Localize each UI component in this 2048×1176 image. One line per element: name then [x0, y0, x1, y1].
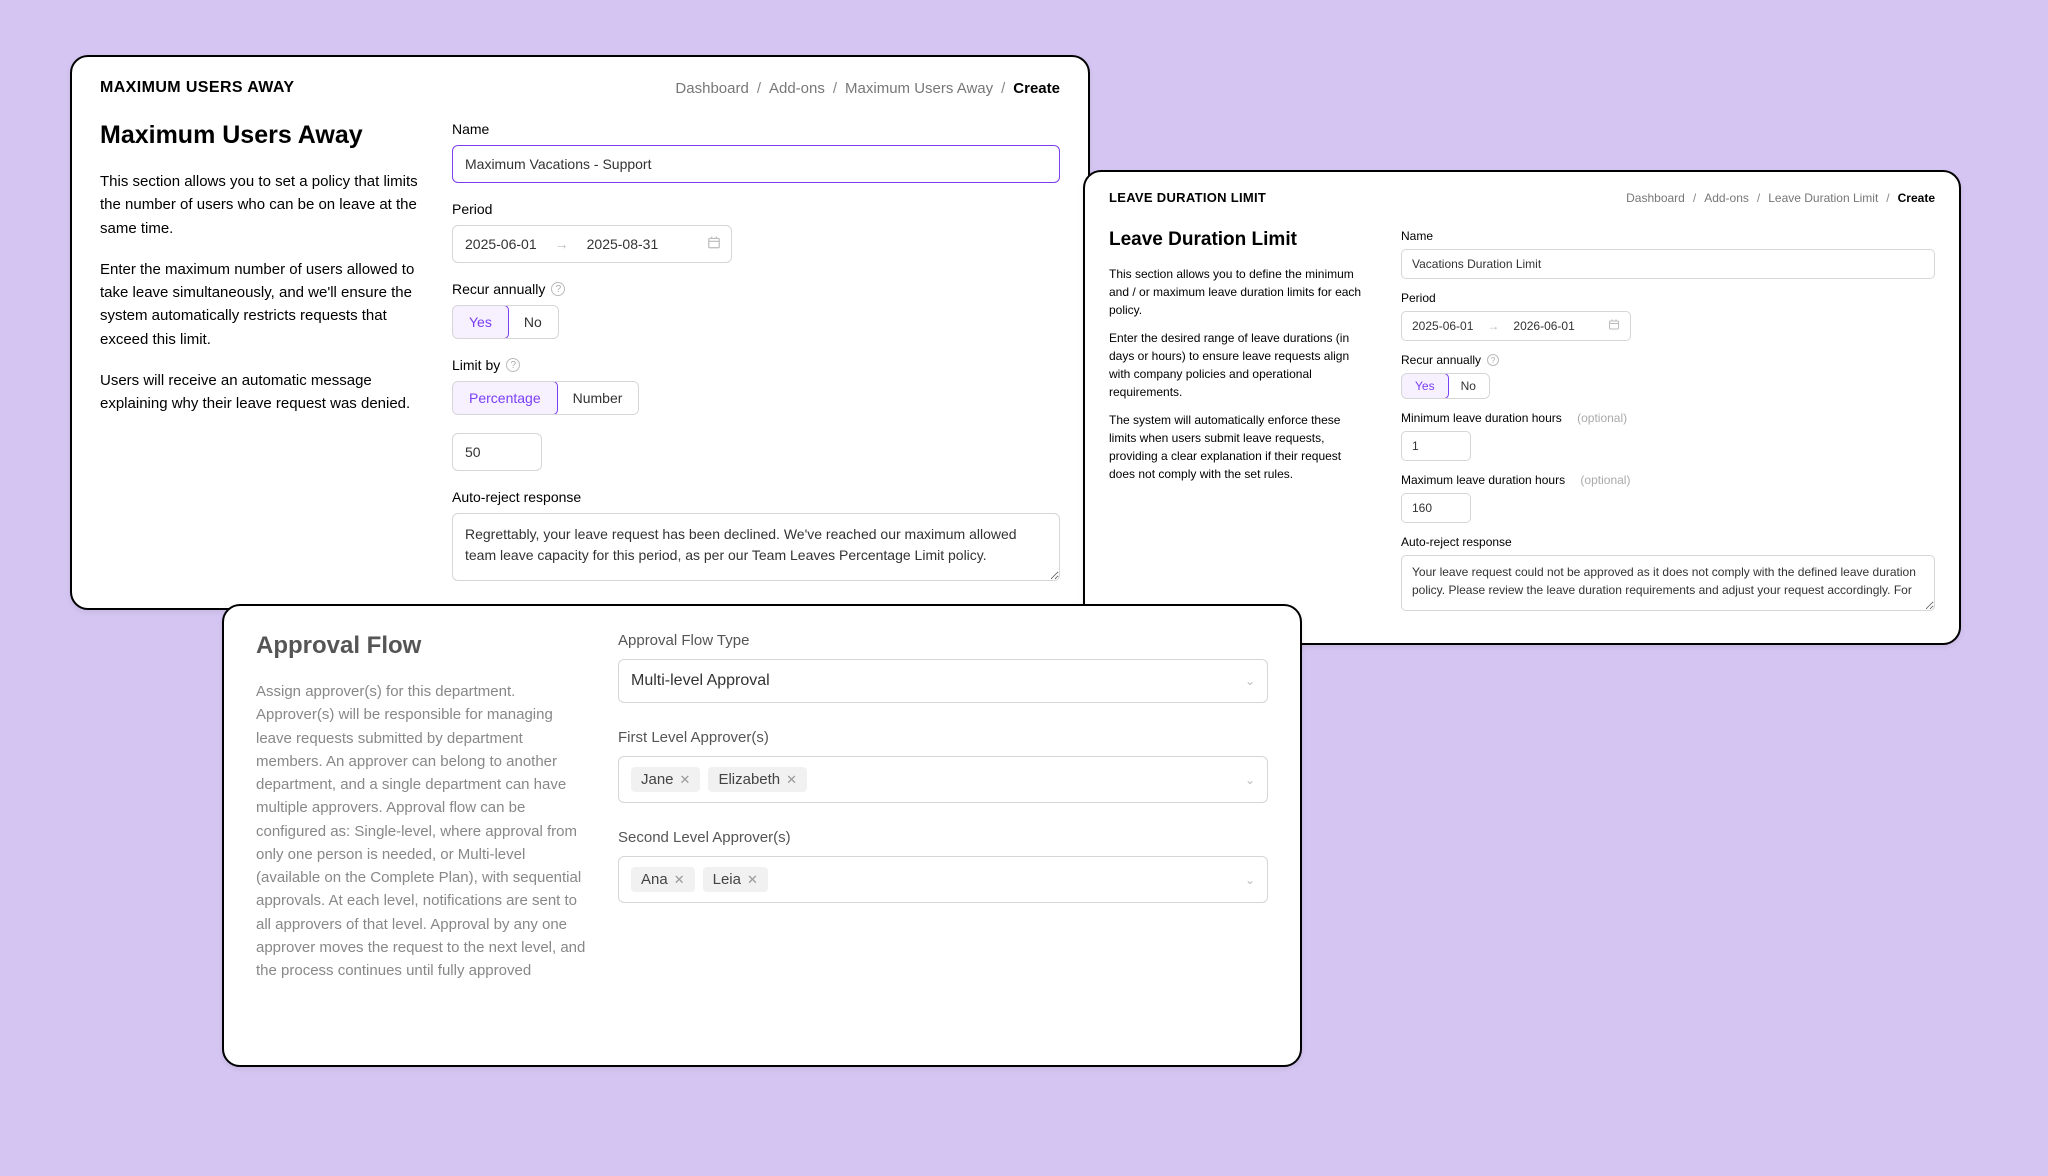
calendar-icon: [707, 236, 721, 253]
min-label: Minimum leave duration hours (optional): [1401, 411, 1935, 425]
recur-yes[interactable]: Yes: [452, 305, 509, 339]
recur-toggle: Yes No: [452, 305, 559, 339]
period-end: 2025-08-31: [587, 236, 659, 252]
name-input[interactable]: [452, 145, 1060, 183]
name-label: Name: [1401, 229, 1935, 243]
limit-by-label: Limit by ?: [452, 357, 1060, 373]
first-level-select[interactable]: Jane✕ Elizabeth✕ ⌄: [618, 756, 1268, 803]
ldl-desc-3: The system will automatically enforce th…: [1109, 411, 1369, 483]
recur-label: Recur annually ?: [452, 281, 1060, 297]
remove-tag-icon[interactable]: ✕: [786, 772, 797, 788]
breadcrumb-item[interactable]: Add-ons: [1704, 191, 1749, 205]
ldl-form: Name Period 2025-06-01 → 2026-06-01 Recu…: [1401, 229, 1935, 628]
recur-label: Recur annually ?: [1401, 353, 1935, 367]
approval-type-select[interactable]: Multi-level Approval ⌄: [618, 659, 1268, 703]
approver-tag: Leia✕: [703, 867, 768, 892]
max-input[interactable]: [1401, 493, 1471, 523]
af-title: Approval Flow: [256, 632, 586, 660]
breadcrumb-item[interactable]: Dashboard: [1626, 191, 1685, 205]
autoreject-label: Auto-reject response: [1401, 535, 1935, 549]
mua-desc-2: Enter the maximum number of users allowe…: [100, 258, 420, 351]
name-label: Name: [452, 121, 1060, 137]
period-start: 2025-06-01: [465, 236, 537, 252]
breadcrumb-item[interactable]: Maximum Users Away: [845, 80, 993, 97]
limit-percentage[interactable]: Percentage: [452, 381, 558, 415]
mua-header: MAXIMUM USERS AWAY: [100, 79, 294, 97]
arrow-icon: →: [555, 236, 569, 252]
mua-desc-1: This section allows you to set a policy …: [100, 170, 420, 240]
limit-number[interactable]: Number: [557, 382, 639, 414]
ldl-title: Leave Duration Limit: [1109, 229, 1369, 251]
help-icon[interactable]: ?: [551, 282, 565, 296]
remove-tag-icon[interactable]: ✕: [680, 772, 691, 788]
calendar-icon: [1608, 319, 1620, 334]
remove-tag-icon[interactable]: ✕: [674, 872, 685, 888]
ldl-desc-1: This section allows you to define the mi…: [1109, 265, 1369, 319]
autoreject-textarea[interactable]: [452, 513, 1060, 581]
recur-no[interactable]: No: [1448, 374, 1489, 398]
ldl-breadcrumb: Dashboard/ Add-ons/ Leave Duration Limit…: [1626, 191, 1935, 205]
recur-no[interactable]: No: [508, 306, 558, 338]
arrow-icon: →: [1487, 319, 1499, 333]
maximum-users-away-card: MAXIMUM USERS AWAY Dashboard/ Add-ons/ M…: [70, 55, 1090, 610]
limit-by-toggle: Percentage Number: [452, 381, 639, 415]
af-form: Approval Flow Type Multi-level Approval …: [618, 632, 1268, 1000]
mua-topbar: MAXIMUM USERS AWAY Dashboard/ Add-ons/ M…: [100, 79, 1060, 97]
l1-label: First Level Approver(s): [618, 729, 1268, 746]
remove-tag-icon[interactable]: ✕: [747, 872, 758, 888]
af-desc: Assign approver(s) for this department. …: [256, 680, 586, 982]
leave-duration-limit-card: LEAVE DURATION LIMIT Dashboard/ Add-ons/…: [1083, 170, 1961, 645]
chevron-down-icon: ⌄: [1245, 674, 1255, 688]
ldl-left-column: Leave Duration Limit This section allows…: [1109, 229, 1369, 628]
breadcrumb-item[interactable]: Leave Duration Limit: [1768, 191, 1878, 205]
period-label: Period: [452, 201, 1060, 217]
approver-tag: Elizabeth✕: [708, 767, 807, 792]
period-end: 2026-06-01: [1513, 319, 1574, 333]
min-input[interactable]: [1401, 431, 1471, 461]
approver-tag: Ana✕: [631, 867, 695, 892]
mua-breadcrumb: Dashboard/ Add-ons/ Maximum Users Away/ …: [675, 80, 1060, 97]
approver-tag: Jane✕: [631, 767, 700, 792]
breadcrumb-current: Create: [1898, 191, 1935, 205]
second-level-select[interactable]: Ana✕ Leia✕ ⌄: [618, 856, 1268, 903]
mua-form: Name Period 2025-06-01 → 2025-08-31 Recu…: [452, 121, 1060, 604]
period-range[interactable]: 2025-06-01 → 2025-08-31: [452, 225, 732, 263]
chevron-down-icon: ⌄: [1245, 873, 1255, 887]
af-left-column: Approval Flow Assign approver(s) for thi…: [256, 632, 586, 1000]
autoreject-textarea[interactable]: [1401, 555, 1935, 611]
help-icon[interactable]: ?: [506, 358, 520, 372]
approval-flow-card: Approval Flow Assign approver(s) for thi…: [222, 604, 1302, 1067]
help-icon[interactable]: ?: [1487, 354, 1499, 366]
mua-desc-3: Users will receive an automatic message …: [100, 369, 420, 416]
autoreject-label: Auto-reject response: [452, 489, 1060, 505]
breadcrumb-item[interactable]: Add-ons: [769, 80, 825, 97]
approval-type-value: Multi-level Approval: [631, 672, 770, 690]
mua-title: Maximum Users Away: [100, 121, 420, 150]
breadcrumb-item[interactable]: Dashboard: [675, 80, 748, 97]
recur-yes[interactable]: Yes: [1401, 373, 1449, 399]
ldl-topbar: LEAVE DURATION LIMIT Dashboard/ Add-ons/…: [1109, 190, 1935, 205]
period-range[interactable]: 2025-06-01 → 2026-06-01: [1401, 311, 1631, 341]
limit-value-input[interactable]: [452, 433, 542, 471]
max-label: Maximum leave duration hours (optional): [1401, 473, 1935, 487]
l2-label: Second Level Approver(s): [618, 829, 1268, 846]
name-input[interactable]: [1401, 249, 1935, 279]
period-start: 2025-06-01: [1412, 319, 1473, 333]
chevron-down-icon: ⌄: [1245, 773, 1255, 787]
recur-toggle: Yes No: [1401, 373, 1490, 399]
mua-left-column: Maximum Users Away This section allows y…: [100, 121, 420, 604]
ldl-desc-2: Enter the desired range of leave duratio…: [1109, 329, 1369, 401]
ldl-header: LEAVE DURATION LIMIT: [1109, 190, 1266, 205]
period-label: Period: [1401, 291, 1935, 305]
breadcrumb-current: Create: [1013, 80, 1060, 97]
type-label: Approval Flow Type: [618, 632, 1268, 649]
